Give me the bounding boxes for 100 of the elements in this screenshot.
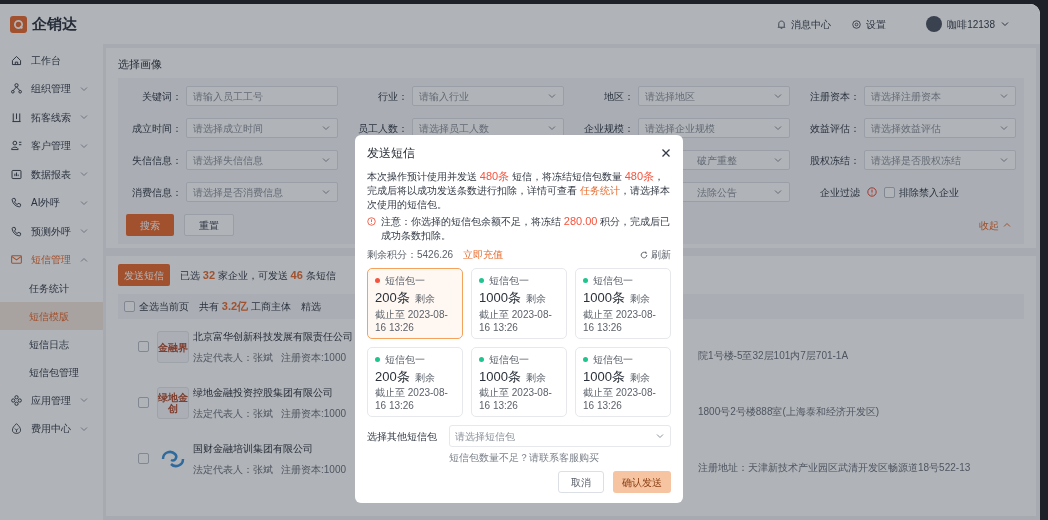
recharge-link[interactable]: 立即充值 — [463, 247, 504, 262]
package-name: 短信包一 — [593, 274, 633, 288]
package-amount: 200条 — [375, 367, 410, 386]
chevron-icon — [773, 155, 783, 165]
expiry-date: 截止至 2023-08-16 13:26 — [479, 307, 553, 334]
expiry-date: 截止至 2023-08-16 13:26 — [375, 307, 449, 334]
company-name[interactable]: 国财金融培训集团有限公司 — [193, 441, 347, 456]
header-link[interactable]: 设置 — [851, 16, 887, 32]
row-checkbox[interactable] — [138, 453, 149, 464]
package-card[interactable]: 短信包一 200条 剩余 截止至 2023-08-16 13:26 — [367, 268, 463, 339]
phone-icon — [10, 224, 23, 238]
cancel-button[interactable]: 取消 — [558, 471, 604, 493]
close-icon[interactable] — [661, 148, 671, 158]
package-card[interactable]: 短信包一 200条 剩余 截止至 2023-08-16 13:26 — [367, 346, 463, 417]
remaining-label: 剩余 — [525, 370, 546, 385]
package-name: 短信包一 — [593, 352, 633, 367]
filter-label: 失信信息： — [131, 153, 183, 168]
sidebar-item[interactable]: 客户管理 — [0, 131, 103, 160]
remaining-label: 剩余 — [414, 370, 435, 385]
sidebar-item[interactable]: AI外呼 — [0, 188, 103, 217]
package-card[interactable]: 短信包一 1000条 剩余 截止至 2023-08-16 13:26 — [471, 346, 567, 417]
legal-representative: 法定代表人：张斌 — [193, 407, 273, 421]
company-name[interactable]: 绿地金融投资控股集团有限公司 — [193, 385, 347, 400]
chevron-icon — [773, 187, 783, 197]
panel-title: 选择画像 — [118, 57, 163, 72]
package-amount: 200条 — [375, 289, 410, 307]
other-package-label: 选择其他短信包 — [367, 429, 438, 444]
company-logo: 绿地金创 — [157, 387, 189, 419]
selection-summary: 已选 32 家企业，可发送 46 条短信 — [180, 267, 336, 283]
package-card[interactable]: 短信包一 1000条 剩余 截止至 2023-08-16 13:26 — [471, 268, 567, 339]
chevron-icon — [655, 431, 665, 441]
phone-icon — [10, 196, 23, 210]
remaining-label: 剩余 — [414, 292, 435, 306]
package-card[interactable]: 短信包一 1000条 剩余 截止至 2023-08-16 13:26 — [575, 346, 671, 417]
logo-icon — [10, 15, 27, 33]
reset-button[interactable]: 重置 — [184, 214, 234, 236]
avatar-icon — [926, 16, 943, 32]
company-logo: 金融界 — [157, 331, 189, 363]
package-amount: 1000条 — [583, 289, 625, 307]
sidebar-subitem[interactable]: 短信日志 — [0, 330, 103, 358]
row-checkbox[interactable] — [138, 341, 149, 352]
select-all-checkbox[interactable] — [124, 301, 135, 312]
package-select[interactable]: 请选择短信包 — [449, 425, 671, 447]
filter-label: 企业规模： — [583, 121, 635, 136]
package-card[interactable]: 短信包一 1000条 剩余 截止至 2023-08-16 13:26 — [575, 268, 671, 339]
chevron-icon — [321, 123, 331, 133]
remaining-label: 剩余 — [629, 370, 650, 385]
company-address: 注册地址：天津新技术产业园区武清开发区畅源道18号522-13 — [698, 461, 972, 475]
filter-label: 企业过滤 — [819, 185, 861, 200]
chevron-icon — [1002, 220, 1012, 230]
remaining-label: 剩余 — [525, 292, 546, 306]
header-link[interactable]: 消息中心 — [776, 16, 832, 32]
registered-capital: 注册资本:1000 — [281, 351, 347, 365]
home-icon — [10, 53, 23, 67]
checkbox-label: 排除禁入企业 — [899, 185, 959, 200]
package-name: 短信包一 — [385, 274, 425, 288]
chevron-icon — [1000, 19, 1010, 29]
filter-label: 注册资本： — [809, 89, 861, 104]
chevron-icon — [773, 91, 783, 101]
sidebar-item[interactable]: 工作台 — [0, 46, 103, 75]
sidebar-item[interactable]: 预测外呼 — [0, 217, 103, 246]
company-address: 1800号2号楼888室(上海泰和经济开发区) — [698, 405, 881, 419]
chevron-icon — [547, 123, 557, 133]
app-grid-icon — [10, 393, 23, 407]
filter-label: 消费信息： — [131, 185, 183, 200]
exclude-checkbox[interactable] — [884, 186, 895, 198]
sidebar-item[interactable]: 费用中心 — [0, 414, 103, 443]
registered-capital: 注册资本:1000 — [281, 407, 347, 421]
package-amount: 1000条 — [479, 289, 521, 307]
sidebar-subitem[interactable]: 任务统计 — [0, 274, 103, 302]
chevron-icon — [321, 155, 331, 165]
purchase-hint: 短信包数量不足？请联系客服购买 — [449, 451, 600, 465]
refresh-icon — [640, 250, 648, 259]
confirm-send-button: 确认发送 — [613, 471, 671, 493]
sidebar-item[interactable]: 数据报表 — [0, 160, 103, 189]
sidebar-item[interactable]: 组织管理 — [0, 74, 103, 103]
chart-icon — [10, 167, 23, 181]
registered-capital: 注册资本:1000 — [281, 463, 347, 477]
package-name: 短信包一 — [385, 352, 425, 367]
package-amount: 1000条 — [583, 367, 625, 386]
company-address: 院1号楼-5至32层101内7层701-1A — [698, 349, 850, 363]
org-tree-icon — [10, 82, 23, 96]
brand-name: 企销达 — [32, 13, 77, 34]
expiry-date: 截止至 2023-08-16 13:26 — [479, 386, 553, 412]
warning-icon — [367, 217, 376, 226]
sidebar-item[interactable]: 应用管理 — [0, 386, 103, 415]
refresh-button[interactable]: 刷新 — [640, 247, 671, 262]
info-icon — [867, 187, 877, 197]
mail-icon — [10, 253, 23, 267]
package-name: 短信包一 — [489, 352, 529, 367]
notice-text: 注意：你选择的短信包余额不足，将冻结 280.00 积分，完成后已成功条数扣除。 — [381, 214, 671, 243]
chevron-icon — [773, 123, 783, 133]
user-menu[interactable]: 咖啡12138 — [926, 16, 1010, 32]
filter-label: 成立时间： — [131, 121, 183, 136]
sidebar-item[interactable]: 拓客线索 — [0, 103, 103, 132]
bell-icon — [776, 18, 788, 30]
sidebar-subitem[interactable]: 短信包管理 — [0, 358, 103, 386]
row-checkbox[interactable] — [138, 397, 149, 408]
clue-icon — [10, 110, 23, 124]
company-name[interactable]: 北京富华创新科技发展有限责任公司 — [193, 329, 353, 344]
